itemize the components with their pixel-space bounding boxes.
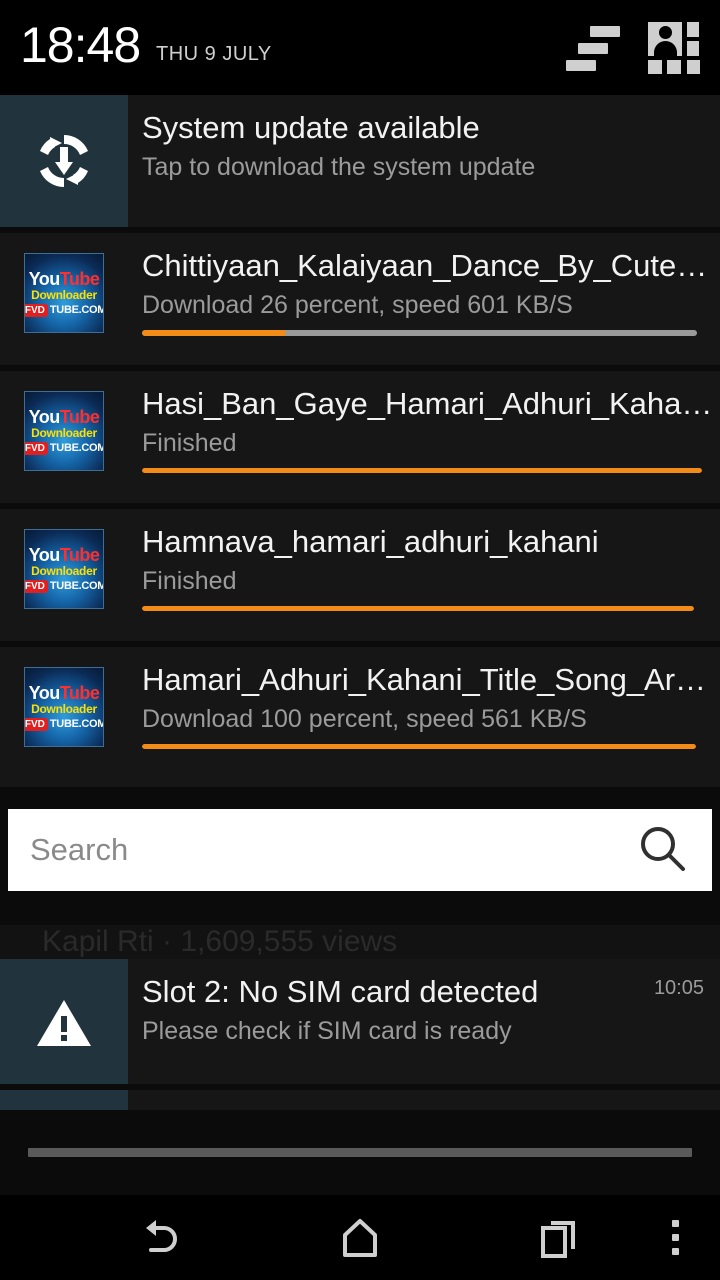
logo-fvd-badge: FVD	[24, 304, 48, 317]
shade-handle-zone[interactable]	[0, 1110, 720, 1195]
download-progress-fill	[142, 744, 696, 749]
notification-subtitle: Download 26 percent, speed 601 KB/S	[142, 289, 707, 321]
notification-download-3[interactable]: YouTube Downloader FVD TUBE.COM Hamnava_…	[0, 509, 720, 641]
notification-title: Hamnava_hamari_adhuri_kahani	[142, 523, 704, 561]
background-app-text: Kapil Rti · 1,609,555 views	[0, 925, 720, 959]
home-button[interactable]	[320, 1195, 400, 1280]
logo-downloader: Downloader	[31, 426, 97, 440]
logo-domain: TUBE.COM	[50, 580, 104, 592]
notification-body: Hamnava_hamari_adhuri_kahani Finished	[128, 509, 720, 641]
back-icon	[134, 1212, 186, 1264]
notification-icon-pane: YouTube Downloader FVD TUBE.COM	[0, 371, 128, 503]
logo-you: You	[29, 407, 60, 427]
notification-title: Slot 2: No SIM card detected	[142, 973, 704, 1011]
download-progress-bar	[142, 330, 697, 336]
recents-icon	[535, 1213, 585, 1263]
notification-timestamp: 10:05	[654, 977, 704, 1000]
logo-you: You	[29, 683, 60, 703]
youtube-downloader-app-icon: YouTube Downloader FVD TUBE.COM	[24, 391, 104, 471]
notification-body: Hasi_Ban_Gaye_Hamari_Adhuri_Kaha… Finish…	[128, 371, 720, 503]
logo-you: You	[29, 545, 60, 565]
notification-icon-pane	[0, 95, 128, 227]
status-bar: 18:48 THU 9 JULY	[0, 0, 720, 95]
system-update-icon	[32, 129, 96, 193]
logo-you: You	[29, 269, 60, 289]
logo-tube: Tube	[60, 545, 100, 565]
home-icon	[335, 1213, 385, 1263]
logo-tube: Tube	[60, 269, 100, 289]
notification-title: Hasi_Ban_Gaye_Hamari_Adhuri_Kaha…	[142, 385, 712, 423]
notification-icon-pane: YouTube Downloader FVD TUBE.COM	[0, 509, 128, 641]
notification-no-sim[interactable]: Slot 2: No SIM card detected Please chec…	[0, 959, 720, 1084]
overflow-menu-button[interactable]	[645, 1195, 705, 1280]
recents-button[interactable]	[520, 1195, 600, 1280]
logo-domain: TUBE.COM	[50, 304, 104, 316]
notification-title: Hamari_Adhuri_Kahani_Title_Song_Ar…	[142, 661, 706, 699]
status-bar-actions	[564, 22, 702, 74]
notification-subtitle: Finished	[142, 427, 712, 459]
logo-domain: TUBE.COM	[50, 442, 104, 454]
notification-subtitle: Download 100 percent, speed 561 KB/S	[142, 703, 706, 735]
download-progress-fill	[142, 468, 702, 473]
logo-fvd-badge: FVD	[24, 718, 48, 731]
search-icon[interactable]	[636, 823, 690, 877]
download-progress-fill	[142, 330, 286, 336]
download-progress-bar	[142, 606, 694, 611]
clear-all-icon[interactable]	[564, 22, 620, 70]
logo-tube: Tube	[60, 683, 100, 703]
notification-body: Hamari_Adhuri_Kahani_Title_Song_Ar… Down…	[128, 647, 720, 787]
download-progress-fill	[142, 606, 694, 611]
notification-title: System update available	[142, 109, 704, 147]
search-widget[interactable]: Search	[8, 809, 712, 891]
overflow-menu-icon	[672, 1220, 679, 1255]
navigation-bar	[0, 1195, 720, 1280]
shade-gap	[0, 787, 720, 799]
youtube-downloader-app-icon: YouTube Downloader FVD TUBE.COM	[24, 253, 104, 333]
search-input[interactable]: Search	[30, 832, 636, 868]
notification-system-update[interactable]: System update available Tap to download …	[0, 95, 720, 227]
logo-downloader: Downloader	[31, 288, 97, 302]
notification-body: System update available Tap to download …	[128, 95, 720, 227]
notification-title: Chittiyaan_Kalaiyaan_Dance_By_Cute…	[142, 247, 707, 285]
youtube-downloader-app-icon: YouTube Downloader FVD TUBE.COM	[24, 667, 104, 747]
notification-body: Slot 2: No SIM card detected Please chec…	[128, 959, 720, 1084]
status-bar-date: THU 9 JULY	[156, 42, 272, 66]
notification-subtitle: Tap to download the system update	[142, 151, 704, 183]
phone-screen: 18:48 THU 9 JULY	[0, 0, 720, 1280]
status-bar-clock: 18:48	[20, 16, 140, 74]
download-progress-bar	[142, 468, 702, 473]
notification-subtitle: Please check if SIM card is ready	[142, 1015, 704, 1047]
notification-shade[interactable]: System update available Tap to download …	[0, 95, 720, 1155]
notification-download-4[interactable]: YouTube Downloader FVD TUBE.COM Hamari_A…	[0, 647, 720, 787]
youtube-downloader-app-icon: YouTube Downloader FVD TUBE.COM	[24, 529, 104, 609]
logo-downloader: Downloader	[31, 564, 97, 578]
notification-download-1[interactable]: YouTube Downloader FVD TUBE.COM Chittiya…	[0, 233, 720, 365]
warning-triangle-icon	[35, 994, 93, 1050]
logo-tube: Tube	[60, 407, 100, 427]
notification-icon-pane: YouTube Downloader FVD TUBE.COM	[0, 233, 128, 365]
logo-fvd-badge: FVD	[24, 580, 48, 593]
shade-drag-handle[interactable]	[28, 1148, 692, 1157]
download-progress-bar	[142, 744, 696, 749]
notification-icon-pane	[0, 959, 128, 1084]
back-button[interactable]	[120, 1195, 200, 1280]
logo-domain: TUBE.COM	[50, 718, 104, 730]
notification-subtitle: Finished	[142, 565, 704, 597]
shade-gap-2	[0, 891, 720, 925]
logo-downloader: Downloader	[31, 702, 97, 716]
notification-icon-pane: YouTube Downloader FVD TUBE.COM	[0, 647, 128, 787]
notification-body: Chittiyaan_Kalaiyaan_Dance_By_Cute… Down…	[128, 233, 720, 365]
user-grid-icon[interactable]	[648, 22, 702, 74]
notification-download-2[interactable]: YouTube Downloader FVD TUBE.COM Hasi_Ban…	[0, 371, 720, 503]
logo-fvd-badge: FVD	[24, 442, 48, 455]
